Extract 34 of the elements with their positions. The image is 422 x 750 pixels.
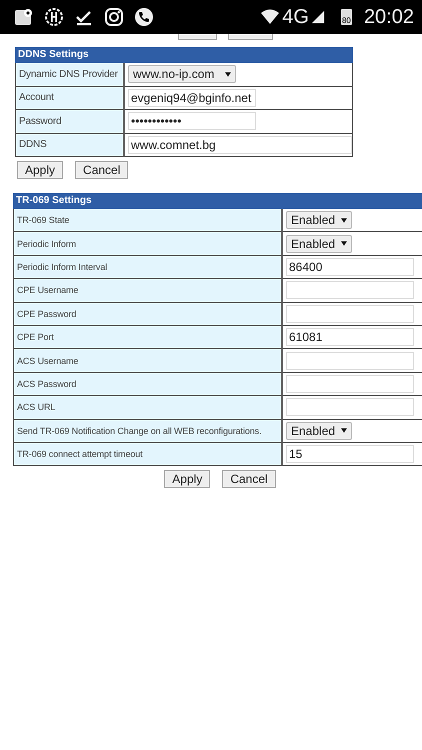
input-field[interactable]: •••••••••••• [128,112,256,130]
field-label: Dynamic DNS Provider [16,63,125,86]
clock: 20:02 [364,6,414,28]
input-field[interactable]: evgeniq94@bginfo.net [128,88,256,107]
field-label: Periodic Inform Interval [14,256,283,278]
field-label: DDNS [16,134,125,156]
field-label: ACS Username [14,349,283,372]
field-label: Send TR-069 Notification Change on all WEB reconfigurations. [14,420,283,442]
field-label: TR-069 connect attempt timeout [14,442,283,466]
section-header: TR-069 Settings [13,193,422,209]
input-field[interactable]: 15 [286,445,414,464]
input-field[interactable]: www.comnet.bg [128,136,352,154]
input-field[interactable]: 61081 [286,328,414,346]
field-label: CPE Port [14,326,283,348]
form-button[interactable]: Apply [164,470,210,488]
input-field[interactable]: 86400 [286,258,414,276]
form-button[interactable]: Cancel [75,161,128,179]
field-label: Periodic Inform [14,232,283,255]
field-label: CPE Password [14,302,283,325]
section-header: DDNS Settings [15,47,353,63]
dropdown[interactable]: Enabled [286,422,352,440]
form-button[interactable]: Apply [17,161,64,179]
dropdown[interactable]: www.no-ip.com [128,65,236,84]
network-type: 4G [282,6,309,28]
dropdown[interactable]: Enabled [286,211,352,230]
battery-icon: 80 [340,9,352,25]
field-label: CPE Username [14,279,283,302]
field-label: Account [16,86,125,109]
field-label: ACS Password [14,372,283,396]
form-button[interactable]: Cancel [222,470,276,488]
field-label: Password [16,110,125,132]
dropdown[interactable]: Enabled [286,234,352,253]
field-label: TR-069 State [14,209,283,232]
field-label: ACS URL [14,396,283,419]
